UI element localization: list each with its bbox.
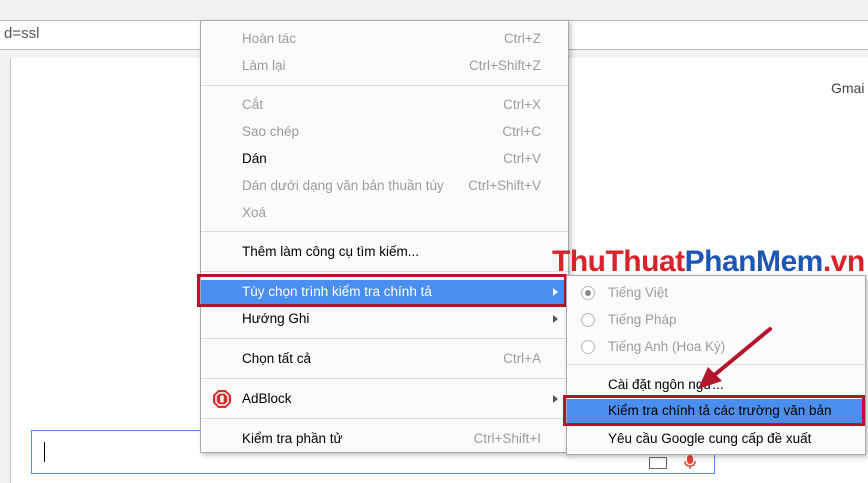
menu-separator bbox=[201, 271, 568, 272]
menu-item-label: Thêm làm công cụ tìm kiếm... bbox=[242, 244, 420, 259]
menu-item-label: Kiểm tra phần tử bbox=[242, 431, 343, 446]
menu-item-inspect-element[interactable]: Kiểm tra phần tử Ctrl+Shift+I bbox=[201, 427, 568, 451]
text-caret bbox=[44, 442, 45, 462]
menu-item-label: Hoàn tác bbox=[242, 31, 297, 46]
menu-item-shortcut: Ctrl+Z bbox=[503, 31, 541, 46]
menu-item-label: Hướng Ghi bbox=[242, 311, 310, 326]
menu-item-shortcut: Ctrl+Shift+Z bbox=[468, 58, 541, 73]
menu-item-add-search-engine[interactable]: Thêm làm công cụ tìm kiếm... bbox=[201, 240, 568, 264]
menu-item-label: Dán dưới dạng văn bản thuần túy bbox=[242, 178, 444, 193]
menu-separator bbox=[201, 338, 568, 339]
menu-item-select-all[interactable]: Chọn tất cả Ctrl+A bbox=[201, 347, 568, 371]
submenu-item-label: Tiếng Việt bbox=[608, 285, 669, 300]
watermark-text: ThuThuat bbox=[552, 245, 685, 278]
menu-item-label: Dán bbox=[242, 151, 267, 166]
menu-item-shortcut: Ctrl+A bbox=[503, 351, 541, 366]
menu-item-shortcut: Ctrl+C bbox=[502, 124, 541, 139]
watermark-text: .vn bbox=[822, 245, 865, 278]
menu-item-shortcut: Ctrl+V bbox=[503, 151, 541, 166]
submenu-item-label: Yêu cầu Google cung cấp đề xuất bbox=[608, 431, 812, 446]
menu-item-label: Xoá bbox=[242, 205, 267, 220]
menu-item-paste-plain[interactable]: Dán dưới dạng văn bản thuần túy Ctrl+Shi… bbox=[201, 174, 568, 198]
menu-item-delete[interactable]: Xoá bbox=[201, 201, 568, 225]
menu-separator bbox=[201, 85, 568, 86]
menu-separator bbox=[201, 378, 568, 379]
gmail-link[interactable]: Gmai bbox=[831, 80, 864, 96]
adblock-icon bbox=[213, 390, 231, 408]
menu-item-copy[interactable]: Sao chép Ctrl+C bbox=[201, 120, 568, 144]
radio-unchecked-icon bbox=[581, 313, 595, 327]
menu-separator bbox=[201, 231, 568, 232]
menu-item-label: Cắt bbox=[242, 97, 264, 112]
menu-item-redo[interactable]: Làm lại Ctrl+Shift+Z bbox=[201, 54, 568, 78]
radio-unchecked-icon bbox=[581, 340, 595, 354]
annotation-arrow-icon bbox=[698, 327, 772, 389]
menu-item-shortcut: Ctrl+Shift+V bbox=[468, 178, 541, 193]
radio-checked-icon bbox=[581, 286, 595, 300]
submenu-arrow-icon bbox=[553, 315, 558, 323]
submenu-arrow-icon bbox=[553, 395, 558, 403]
menu-item-cut[interactable]: Cắt Ctrl+X bbox=[201, 93, 568, 117]
annotation-highlight-box bbox=[563, 395, 865, 426]
submenu-item-label: Tiếng Pháp bbox=[608, 312, 677, 327]
menu-item-label: Chọn tất cả bbox=[242, 351, 312, 366]
menu-separator bbox=[201, 418, 568, 419]
menu-item-paste[interactable]: Dán Ctrl+V bbox=[201, 147, 568, 171]
keyboard-icon[interactable] bbox=[649, 457, 667, 469]
annotation-highlight-box bbox=[197, 274, 567, 307]
watermark-text: PhanMem bbox=[684, 245, 824, 278]
menu-item-label: AdBlock bbox=[242, 391, 292, 406]
watermark-logo: ThuThuatPhanMem.vn bbox=[552, 245, 865, 279]
submenu-item-ask-google-suggestions[interactable]: Yêu cầu Google cung cấp đề xuất bbox=[567, 427, 865, 451]
menu-item-label: Sao chép bbox=[242, 124, 300, 139]
menu-item-writing-direction[interactable]: Hướng Ghi bbox=[201, 307, 568, 331]
submenu-item-vietnamese[interactable]: Tiếng Việt bbox=[567, 281, 865, 305]
microphone-icon[interactable] bbox=[684, 455, 696, 469]
menu-item-label: Làm lại bbox=[242, 58, 286, 73]
context-menu: Hoàn tác Ctrl+Z Làm lại Ctrl+Shift+Z Cắt… bbox=[200, 20, 569, 453]
menu-item-undo[interactable]: Hoàn tác Ctrl+Z bbox=[201, 27, 568, 51]
menu-item-shortcut: Ctrl+Shift+I bbox=[473, 431, 541, 446]
address-bar-text: d=ssl bbox=[4, 25, 40, 42]
menu-item-adblock[interactable]: AdBlock bbox=[201, 387, 568, 411]
menu-item-shortcut: Ctrl+X bbox=[503, 97, 541, 112]
